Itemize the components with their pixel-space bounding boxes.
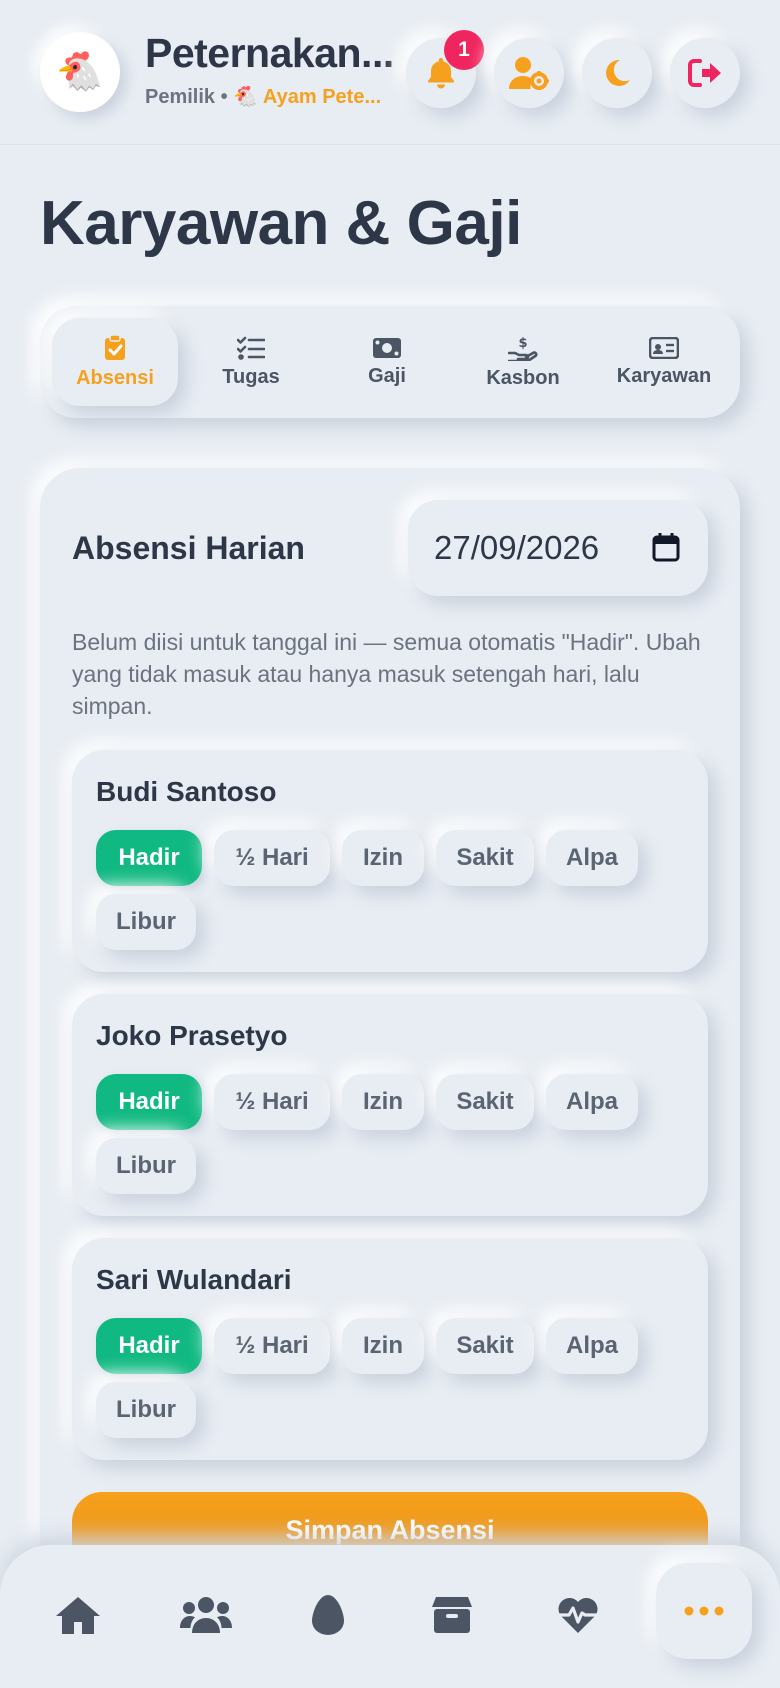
status-libur-button[interactable]: Libur xyxy=(96,1138,196,1194)
status-hadir-button[interactable]: Hadir xyxy=(96,1074,202,1130)
nav-egg[interactable] xyxy=(280,1567,376,1663)
logout-icon xyxy=(688,59,721,87)
egg-icon xyxy=(312,1595,344,1635)
logout-button[interactable] xyxy=(670,38,740,108)
tab-absensi[interactable]: Absensi xyxy=(52,318,178,406)
status-sakit-button[interactable]: Sakit xyxy=(436,1074,534,1130)
farm-emoji: 🐔 xyxy=(233,86,259,108)
nav-box[interactable] xyxy=(404,1567,500,1663)
status-alpa-button[interactable]: Alpa xyxy=(546,1318,638,1374)
money-bill-icon xyxy=(373,337,401,358)
svg-text:$: $ xyxy=(518,336,527,351)
status-alpa-button[interactable]: Alpa xyxy=(546,1074,638,1130)
tab-kasbon[interactable]: $ Kasbon xyxy=(460,318,586,406)
page-title: Karyawan & Gaji xyxy=(40,189,522,258)
box-icon xyxy=(432,1597,472,1633)
app-header: 🐔 Peternakan... Pemilik • 🐔 Ayam Pete...… xyxy=(0,0,780,145)
nav-health[interactable] xyxy=(530,1567,626,1663)
tab-label: Tugas xyxy=(222,365,280,388)
employee-name: Sari Wulandari xyxy=(96,1264,292,1295)
heart-pulse-icon xyxy=(558,1597,598,1633)
clipboard-check-icon xyxy=(105,334,125,360)
status-hadir-button[interactable]: Hadir xyxy=(96,1318,202,1374)
nav-more[interactable] xyxy=(656,1563,752,1659)
notification-button[interactable]: 1 xyxy=(406,30,484,108)
employee-card: Sari Wulandari Hadir ½ Hari Izin Sakit A… xyxy=(72,1238,708,1460)
farm-name: Ayam Pete... xyxy=(262,86,382,108)
tab-karyawan[interactable]: Karyawan xyxy=(596,318,732,406)
attendance-note: Belum diisi untuk tanggal ini — semua ot… xyxy=(72,629,701,719)
bottom-nav xyxy=(0,1545,780,1688)
tab-label: Absensi xyxy=(76,366,154,389)
status-half-day-button[interactable]: ½ Hari xyxy=(214,830,330,886)
hand-dollar-icon: $ xyxy=(508,336,538,361)
user-settings-button[interactable] xyxy=(494,38,564,108)
status-half-day-button[interactable]: ½ Hari xyxy=(214,1074,330,1130)
employee-name: Budi Santoso xyxy=(96,776,277,807)
nav-home[interactable] xyxy=(30,1567,126,1663)
tab-label: Gaji xyxy=(368,364,406,387)
users-icon xyxy=(180,1597,232,1633)
tab-tugas[interactable]: Tugas xyxy=(188,318,314,406)
attendance-title: Absensi Harian xyxy=(72,530,305,566)
app-title: Peternakan... xyxy=(145,30,394,76)
more-icon xyxy=(684,1606,724,1616)
list-check-icon xyxy=(237,336,265,360)
tab-gaji[interactable]: Gaji xyxy=(324,318,450,406)
farm-logo[interactable]: 🐔 xyxy=(40,32,120,112)
employee-card: Budi Santoso Hadir ½ Hari Izin Sakit Alp… xyxy=(72,750,708,972)
tab-label: Karyawan xyxy=(616,364,712,387)
chicken-logo-icon: 🐔 xyxy=(56,51,104,93)
calendar-icon[interactable] xyxy=(652,532,680,562)
status-izin-button[interactable]: Izin xyxy=(342,1318,424,1374)
nav-users[interactable] xyxy=(158,1567,254,1663)
app-subtitle: Pemilik • 🐔 Ayam Pete... xyxy=(145,84,400,109)
employee-card: Joko Prasetyo Hadir ½ Hari Izin Sakit Al… xyxy=(72,994,708,1216)
status-sakit-button[interactable]: Sakit xyxy=(436,830,534,886)
tab-label: Kasbon xyxy=(486,366,560,389)
id-card-icon xyxy=(649,336,679,359)
date-input[interactable]: 27/09/2026 xyxy=(408,500,708,596)
employee-name: Joko Prasetyo xyxy=(96,1020,288,1051)
status-alpa-button[interactable]: Alpa xyxy=(546,830,638,886)
tab-bar: Absensi Tugas Gaji $ Kasbon Karyawan xyxy=(40,306,740,418)
dark-mode-toggle[interactable] xyxy=(582,38,652,108)
moon-icon xyxy=(606,59,630,86)
user-role: Pemilik xyxy=(145,86,216,108)
user-gear-icon xyxy=(509,57,549,90)
status-izin-button[interactable]: Izin xyxy=(342,830,424,886)
status-hadir-button[interactable]: Hadir xyxy=(96,830,202,886)
date-value: 27/09/2026 xyxy=(434,529,600,566)
status-libur-button[interactable]: Libur xyxy=(96,894,196,950)
home-icon xyxy=(56,1597,100,1634)
status-sakit-button[interactable]: Sakit xyxy=(436,1318,534,1374)
attendance-card: Absensi Harian 27/09/2026 Belum diisi un… xyxy=(40,468,740,1688)
status-libur-button[interactable]: Libur xyxy=(96,1382,196,1438)
notification-badge: 1 xyxy=(444,30,484,70)
status-izin-button[interactable]: Izin xyxy=(342,1074,424,1130)
separator: • xyxy=(220,86,228,108)
status-half-day-button[interactable]: ½ Hari xyxy=(214,1318,330,1374)
